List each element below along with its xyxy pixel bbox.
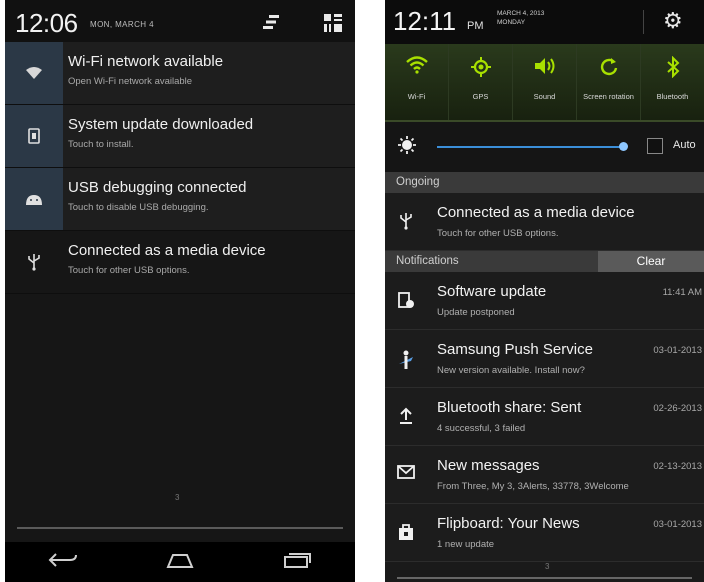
- notification-time: 03-01-2013: [650, 345, 702, 356]
- notification-software-update[interactable]: Software update Update postponed 11:41 A…: [385, 272, 704, 330]
- notification-time: 02-13-2013: [650, 461, 702, 472]
- wifi-icon: [5, 42, 63, 104]
- notification-title: New messages: [437, 457, 540, 474]
- stock-android-notification-shade: 12:06 MON, MARCH 4 Wi-Fi network availab…: [5, 0, 355, 582]
- samsung-push-icon: [395, 349, 417, 376]
- notification-bluetooth-share[interactable]: Bluetooth share: Sent 4 successful, 3 fa…: [385, 388, 704, 446]
- recent-apps-icon[interactable]: [282, 549, 312, 575]
- clear-all-icon[interactable]: [261, 13, 281, 34]
- notification-title: Wi-Fi network available: [68, 53, 224, 70]
- gear-icon[interactable]: ⚙: [663, 8, 683, 34]
- am-pm: PM: [467, 20, 484, 32]
- rotation-icon: [577, 56, 640, 82]
- notification-wifi[interactable]: Wi-Fi network available Open Wi-Fi netwo…: [5, 42, 355, 105]
- weekday: MONDAY: [497, 19, 526, 26]
- toggle-label: Wi-Fi: [407, 92, 426, 101]
- notification-flipboard[interactable]: Flipboard: Your News 1 new update 03-01-…: [385, 504, 704, 562]
- navigation-bar: [5, 542, 355, 582]
- system-update-icon: [5, 105, 63, 167]
- notification-title: Flipboard: Your News: [437, 515, 580, 532]
- date: MARCH 4, 2013: [497, 10, 545, 17]
- auto-brightness-label: Auto: [673, 139, 696, 151]
- message-icon: [395, 465, 417, 484]
- notification-subtitle: Touch for other USB options.: [68, 265, 190, 276]
- usb-icon: [395, 212, 417, 235]
- toggle-screen-rotation[interactable]: Screen rotation: [577, 44, 641, 120]
- date: MON, MARCH 4: [90, 20, 154, 29]
- quick-settings-bar: Wi-Fi GPS Sound Screen rotation Bluetoot…: [385, 44, 704, 122]
- toggle-label: Sound: [533, 92, 556, 101]
- notification-title: USB debugging connected: [68, 179, 247, 196]
- notification-subtitle: From Three, My 3, 3Alerts, 33778, 3Welco…: [437, 481, 629, 492]
- notification-title: Connected as a media device: [437, 204, 635, 221]
- clear-button[interactable]: Clear: [598, 251, 704, 272]
- clock: 12:11: [393, 6, 457, 36]
- upload-icon: [395, 407, 417, 430]
- ongoing-header: Ongoing: [385, 172, 704, 193]
- notification-system-update[interactable]: System update downloaded Touch to instal…: [5, 105, 355, 168]
- usb-icon: [5, 231, 63, 293]
- auto-brightness-checkbox[interactable]: [647, 138, 663, 154]
- notification-time: 02-26-2013: [650, 403, 702, 414]
- touchwiz-notification-panel: 12:11 PM MARCH 4, 2013 MONDAY ⚙ Wi-Fi GP…: [385, 0, 704, 582]
- notification-subtitle: Touch for other USB options.: [437, 228, 559, 239]
- shade-drag-handle[interactable]: [17, 527, 343, 529]
- toggle-bluetooth[interactable]: Bluetooth: [641, 44, 704, 120]
- notification-title: Bluetooth share: Sent: [437, 399, 582, 416]
- brightness-slider-thumb[interactable]: [619, 142, 628, 151]
- page-indicator: 3: [175, 493, 180, 502]
- toggle-sound[interactable]: Sound: [513, 44, 577, 120]
- brightness-row: Auto: [385, 122, 704, 172]
- notification-subtitle: 4 successful, 3 failed: [437, 423, 526, 434]
- wifi-icon: [385, 56, 448, 80]
- home-icon[interactable]: [165, 549, 195, 575]
- notification-title: Software update: [437, 283, 547, 300]
- notification-usb-debugging[interactable]: USB debugging connected Touch to disable…: [5, 168, 355, 231]
- notification-title: Connected as a media device: [68, 242, 266, 259]
- notification-subtitle: 1 new update: [437, 539, 495, 550]
- flipboard-icon: [395, 523, 417, 546]
- toggle-label: Bluetooth: [656, 92, 689, 101]
- brightness-slider[interactable]: [437, 146, 625, 148]
- toggle-label: GPS: [472, 92, 489, 101]
- bluetooth-icon: [641, 55, 704, 84]
- section-label: Ongoing: [396, 176, 440, 188]
- software-update-icon: [395, 291, 417, 314]
- notification-media-device[interactable]: Connected as a media device Touch for ot…: [5, 231, 355, 294]
- notification-time: 11:41 AM: [659, 287, 702, 298]
- notification-title: Samsung Push Service: [437, 341, 593, 358]
- section-label: Notifications: [396, 255, 459, 267]
- notification-subtitle: Touch to disable USB debugging.: [68, 202, 209, 213]
- notification-title: System update downloaded: [68, 116, 254, 133]
- ongoing-media-device[interactable]: Connected as a media device Touch for ot…: [385, 193, 704, 251]
- notification-subtitle: Update postponed: [437, 307, 515, 318]
- notification-subtitle: Touch to install.: [68, 139, 134, 150]
- sound-icon: [513, 56, 576, 82]
- android-debug-icon: [5, 168, 63, 230]
- gps-icon: [449, 56, 512, 84]
- notification-new-messages[interactable]: New messages From Three, My 3, 3Alerts, …: [385, 446, 704, 504]
- toggle-wifi[interactable]: Wi-Fi: [385, 44, 449, 120]
- clock: 12:06: [15, 8, 78, 38]
- notification-samsung-push[interactable]: Samsung Push Service New version availab…: [385, 330, 704, 388]
- notifications-header: Notifications Clear: [385, 251, 704, 272]
- quick-settings-icon[interactable]: [323, 13, 343, 36]
- back-icon[interactable]: [48, 549, 78, 575]
- divider: [643, 10, 644, 34]
- page-indicator: 3: [545, 562, 550, 571]
- panel-drag-handle[interactable]: [397, 577, 692, 579]
- toggle-label: Screen rotation: [583, 92, 634, 101]
- toggle-gps[interactable]: GPS: [449, 44, 513, 120]
- notification-time: 03-01-2013: [650, 519, 702, 530]
- notification-subtitle: New version available. Install now?: [437, 365, 585, 376]
- brightness-icon: [397, 135, 417, 160]
- status-bar: 12:11 PM MARCH 4, 2013 MONDAY ⚙: [385, 0, 704, 44]
- notification-subtitle: Open Wi-Fi network available: [68, 76, 193, 87]
- status-bar: 12:06 MON, MARCH 4: [5, 0, 355, 42]
